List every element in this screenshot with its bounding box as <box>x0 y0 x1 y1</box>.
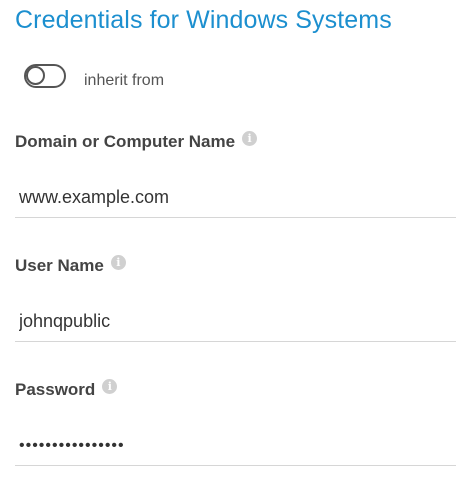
panel-title: Credentials for Windows Systems <box>15 6 392 34</box>
password-field-label: Password i <box>15 378 118 400</box>
username-label-text: User Name <box>15 256 104 275</box>
inherit-toggle[interactable] <box>24 64 66 88</box>
info-icon[interactable]: i <box>102 378 118 394</box>
info-icon[interactable]: i <box>242 130 258 146</box>
inherit-toggle-label: inherit from <box>84 72 165 89</box>
domain-input[interactable] <box>15 178 456 218</box>
domain-label-text: Domain or Computer Name <box>15 132 236 151</box>
username-field-label: User Name i <box>15 254 126 276</box>
username-input[interactable] <box>15 302 456 342</box>
domain-field-label: Domain or Computer Name i <box>15 130 258 152</box>
credentials-panel: Credentials for Windows Systems inherit … <box>0 0 456 479</box>
info-icon[interactable]: i <box>110 254 126 270</box>
password-input[interactable] <box>15 426 456 466</box>
toggle-knob <box>25 65 45 85</box>
password-label-text: Password <box>15 380 96 399</box>
